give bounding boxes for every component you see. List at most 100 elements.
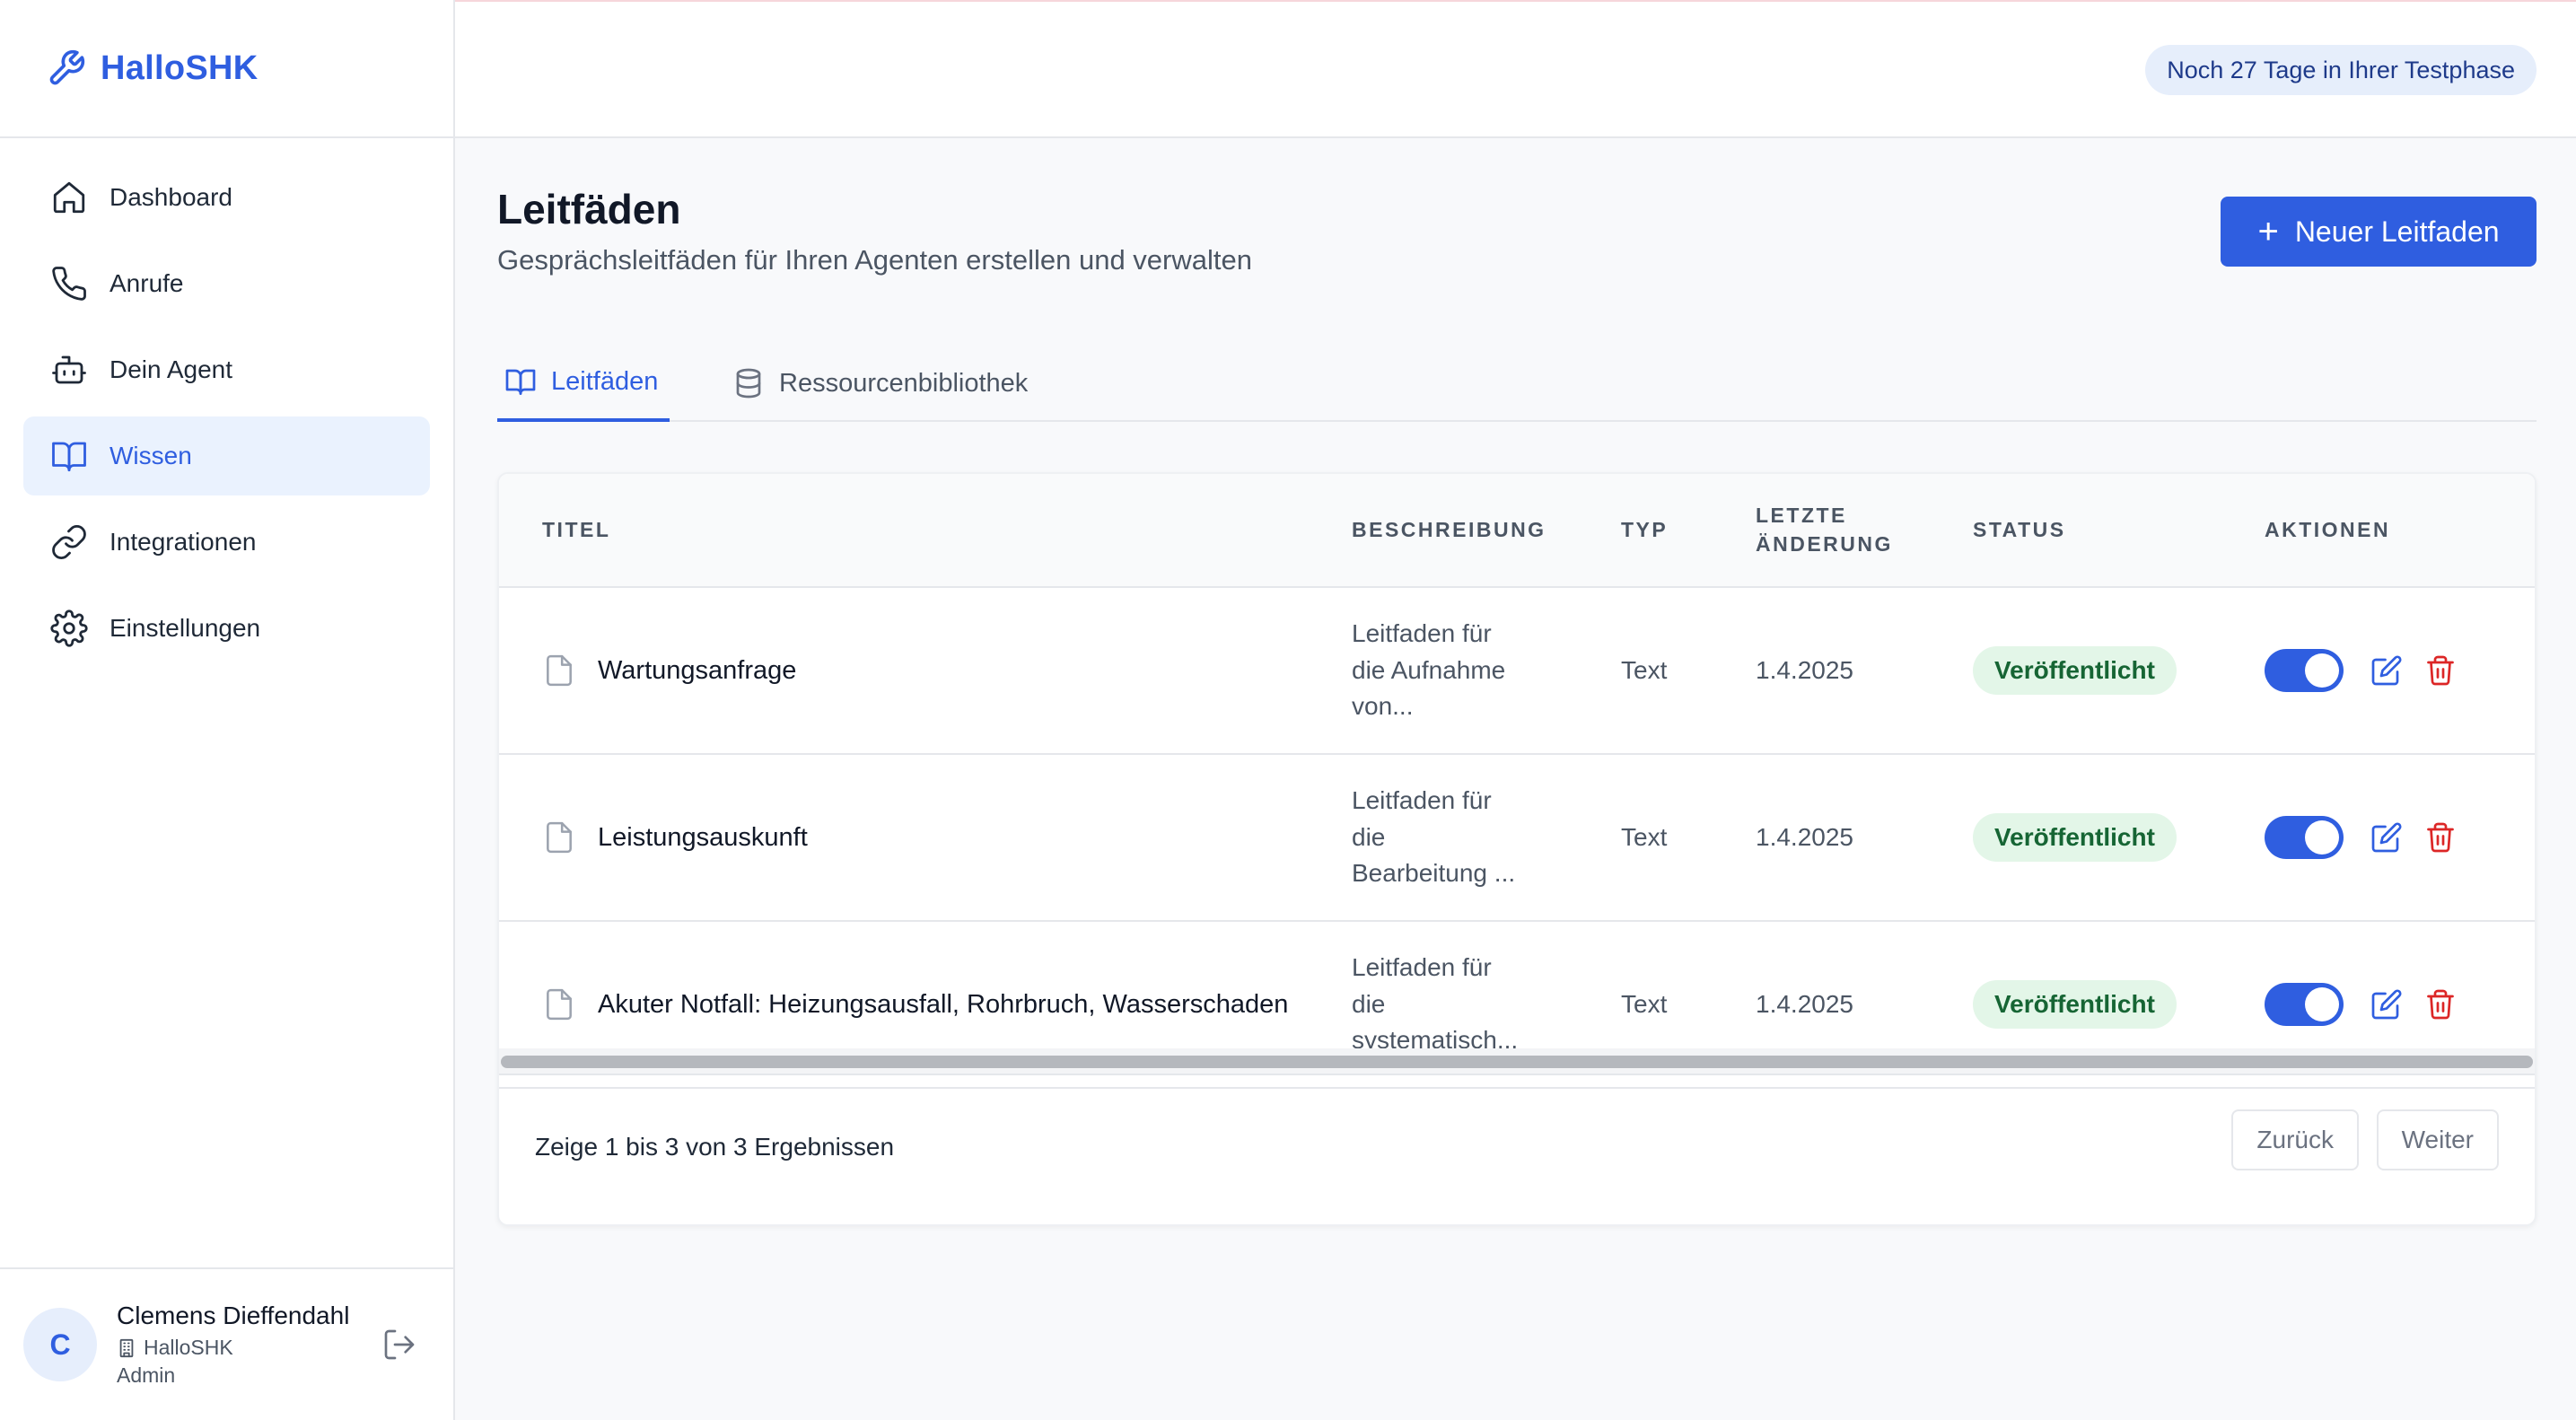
tab-label: Leitfäden [551, 366, 659, 396]
scrollbar-thumb[interactable] [501, 1056, 2533, 1068]
header-actions: AKTIONEN [2265, 474, 2535, 588]
plus-icon: + [2257, 212, 2279, 251]
sidebar-item-integrationen[interactable]: Integrationen [23, 503, 430, 582]
status-badge: Veröffentlicht [1973, 646, 2177, 695]
bot-icon [50, 351, 88, 389]
page-subtitle: Gesprächsleitfäden für Ihren Agenten ers… [497, 244, 1252, 276]
page-title: Leitfäden [497, 186, 681, 232]
back-button[interactable]: Zurück [2231, 1109, 2359, 1170]
publish-toggle[interactable] [2265, 816, 2344, 859]
new-guide-button[interactable]: + Neuer Leitfaden [2221, 197, 2537, 267]
sidebar-item-label: Integrationen [110, 528, 257, 556]
row-description-line: Leitfaden für [1352, 619, 1492, 648]
sidebar-item-wissen[interactable]: Wissen [23, 416, 430, 495]
tab-label: Ressourcenbibliothek [779, 368, 1029, 398]
header-type: TYP [1621, 474, 1756, 588]
book-icon [50, 437, 88, 475]
phone-icon [50, 265, 88, 302]
horizontal-scrollbar[interactable] [499, 1048, 2535, 1074]
row-description-line: die Aufnahme [1352, 655, 1506, 684]
header-last-change-line2: ÄNDERUNG [1756, 531, 1893, 556]
toggle-knob [2305, 820, 2339, 855]
user-name: Clemens Dieffendahl [117, 1302, 350, 1329]
edit-icon[interactable] [2370, 988, 2403, 1021]
row-actions [2265, 816, 2535, 859]
toggle-knob [2305, 653, 2339, 688]
header-last-change-line1: LETZTE [1756, 504, 1847, 528]
trash-icon[interactable] [2424, 654, 2457, 687]
user-panel: C Clemens Dieffendahl HalloSHK Admin [0, 1267, 453, 1420]
row-title[interactable]: Leistungsauskunft [542, 820, 1352, 855]
tabs: Leitfäden Ressourcenbibliothek [497, 345, 2537, 422]
row-title[interactable]: Wartungsanfrage [542, 653, 1352, 688]
status-badge: Veröffentlicht [1973, 813, 2177, 862]
row-actions [2265, 983, 2535, 1026]
avatar[interactable]: C [23, 1308, 97, 1381]
header-description: BESCHREIBUNG [1352, 474, 1621, 588]
document-icon [542, 987, 576, 1021]
status-badge: Veröffentlicht [1973, 980, 2177, 1029]
next-button[interactable]: Weiter [2376, 1109, 2499, 1170]
edit-icon[interactable] [2370, 821, 2403, 854]
document-icon [542, 820, 576, 855]
brand-name: HalloSHK [101, 48, 258, 87]
brand[interactable]: HalloSHK [0, 0, 453, 138]
sidebar-item-dein-agent[interactable]: Dein Agent [23, 330, 430, 409]
sidebar-item-label: Dashboard [110, 183, 232, 211]
user-role: Admin [117, 1363, 176, 1387]
row-description-line: die [1352, 989, 1386, 1018]
row-description-line: von... [1352, 692, 1414, 721]
guides-table-card: TITEL BESCHREIBUNG TYP LETZTE ÄNDERUNG S… [497, 472, 2537, 1226]
tab-leitfaeden[interactable]: Leitfäden [497, 345, 670, 422]
table-header-row: TITEL BESCHREIBUNG TYP LETZTE ÄNDERUNG S… [499, 474, 2535, 588]
row-title-text: Leistungsauskunft [598, 822, 808, 852]
sidebar-item-anrufe[interactable]: Anrufe [23, 244, 430, 323]
row-title-text: Akuter Notfall: Heizungsausfall, Rohrbru… [598, 989, 1289, 1019]
database-icon [732, 367, 765, 399]
row-description: Leitfaden für die Aufnahme von... [1352, 616, 1621, 725]
link-icon [50, 523, 88, 561]
book-icon [504, 365, 537, 398]
sidebar-item-label: Dein Agent [110, 355, 232, 383]
publish-toggle[interactable] [2265, 649, 2344, 692]
user-org: HalloSHK [117, 1336, 381, 1360]
trash-icon[interactable] [2424, 988, 2457, 1021]
sidebar-item-label: Wissen [110, 442, 192, 469]
header-title: TITEL [499, 474, 1352, 588]
row-actions [2265, 649, 2535, 692]
row-description-line: Bearbeitung ... [1352, 859, 1516, 888]
table-row: Wartungsanfrage Leitfaden für die Aufnah… [499, 587, 2535, 754]
row-description: Leitfaden für die systematisch... [1352, 950, 1621, 1059]
logout-icon[interactable] [381, 1327, 417, 1363]
row-description-line: die [1352, 822, 1386, 851]
row-description-line: Leitfaden für [1352, 953, 1492, 982]
row-type: Text [1621, 656, 1668, 684]
user-org-name: HalloSHK [144, 1336, 233, 1359]
row-date: 1.4.2025 [1756, 656, 1853, 684]
trial-badge: Noch 27 Tage in Ihrer Testphase [2145, 45, 2537, 95]
wrench-icon [47, 48, 86, 88]
row-description-line: Leitfaden für [1352, 786, 1492, 815]
header-last-change: LETZTE ÄNDERUNG [1756, 474, 1973, 588]
header-status: STATUS [1973, 474, 2265, 588]
sidebar-item-label: Einstellungen [110, 614, 261, 642]
row-title[interactable]: Akuter Notfall: Heizungsausfall, Rohrbru… [542, 987, 1352, 1021]
home-icon [50, 179, 88, 216]
edit-icon[interactable] [2370, 654, 2403, 687]
sidebar-item-dashboard[interactable]: Dashboard [23, 158, 430, 237]
document-icon [542, 653, 576, 688]
sidebar-item-einstellungen[interactable]: Einstellungen [23, 589, 430, 668]
row-description: Leitfaden für die Bearbeitung ... [1352, 783, 1621, 892]
tab-ressourcenbibliothek[interactable]: Ressourcenbibliothek [732, 345, 1028, 422]
toggle-knob [2305, 987, 2339, 1021]
trash-icon[interactable] [2424, 821, 2457, 854]
gear-icon [50, 609, 88, 647]
new-guide-button-label: Neuer Leitfaden [2294, 215, 2500, 248]
user-info: Clemens Dieffendahl HalloSHK Admin [117, 1302, 381, 1388]
guides-table: TITEL BESCHREIBUNG TYP LETZTE ÄNDERUNG S… [499, 474, 2535, 1089]
sidebar: HalloSHK Dashboard Anrufe Dein Agent Wis… [0, 0, 455, 1420]
sidebar-nav: Dashboard Anrufe Dein Agent Wissen Integ… [0, 138, 453, 695]
top-header: Noch 27 Tage in Ihrer Testphase [455, 2, 2576, 138]
building-icon [117, 1338, 136, 1358]
publish-toggle[interactable] [2265, 983, 2344, 1026]
